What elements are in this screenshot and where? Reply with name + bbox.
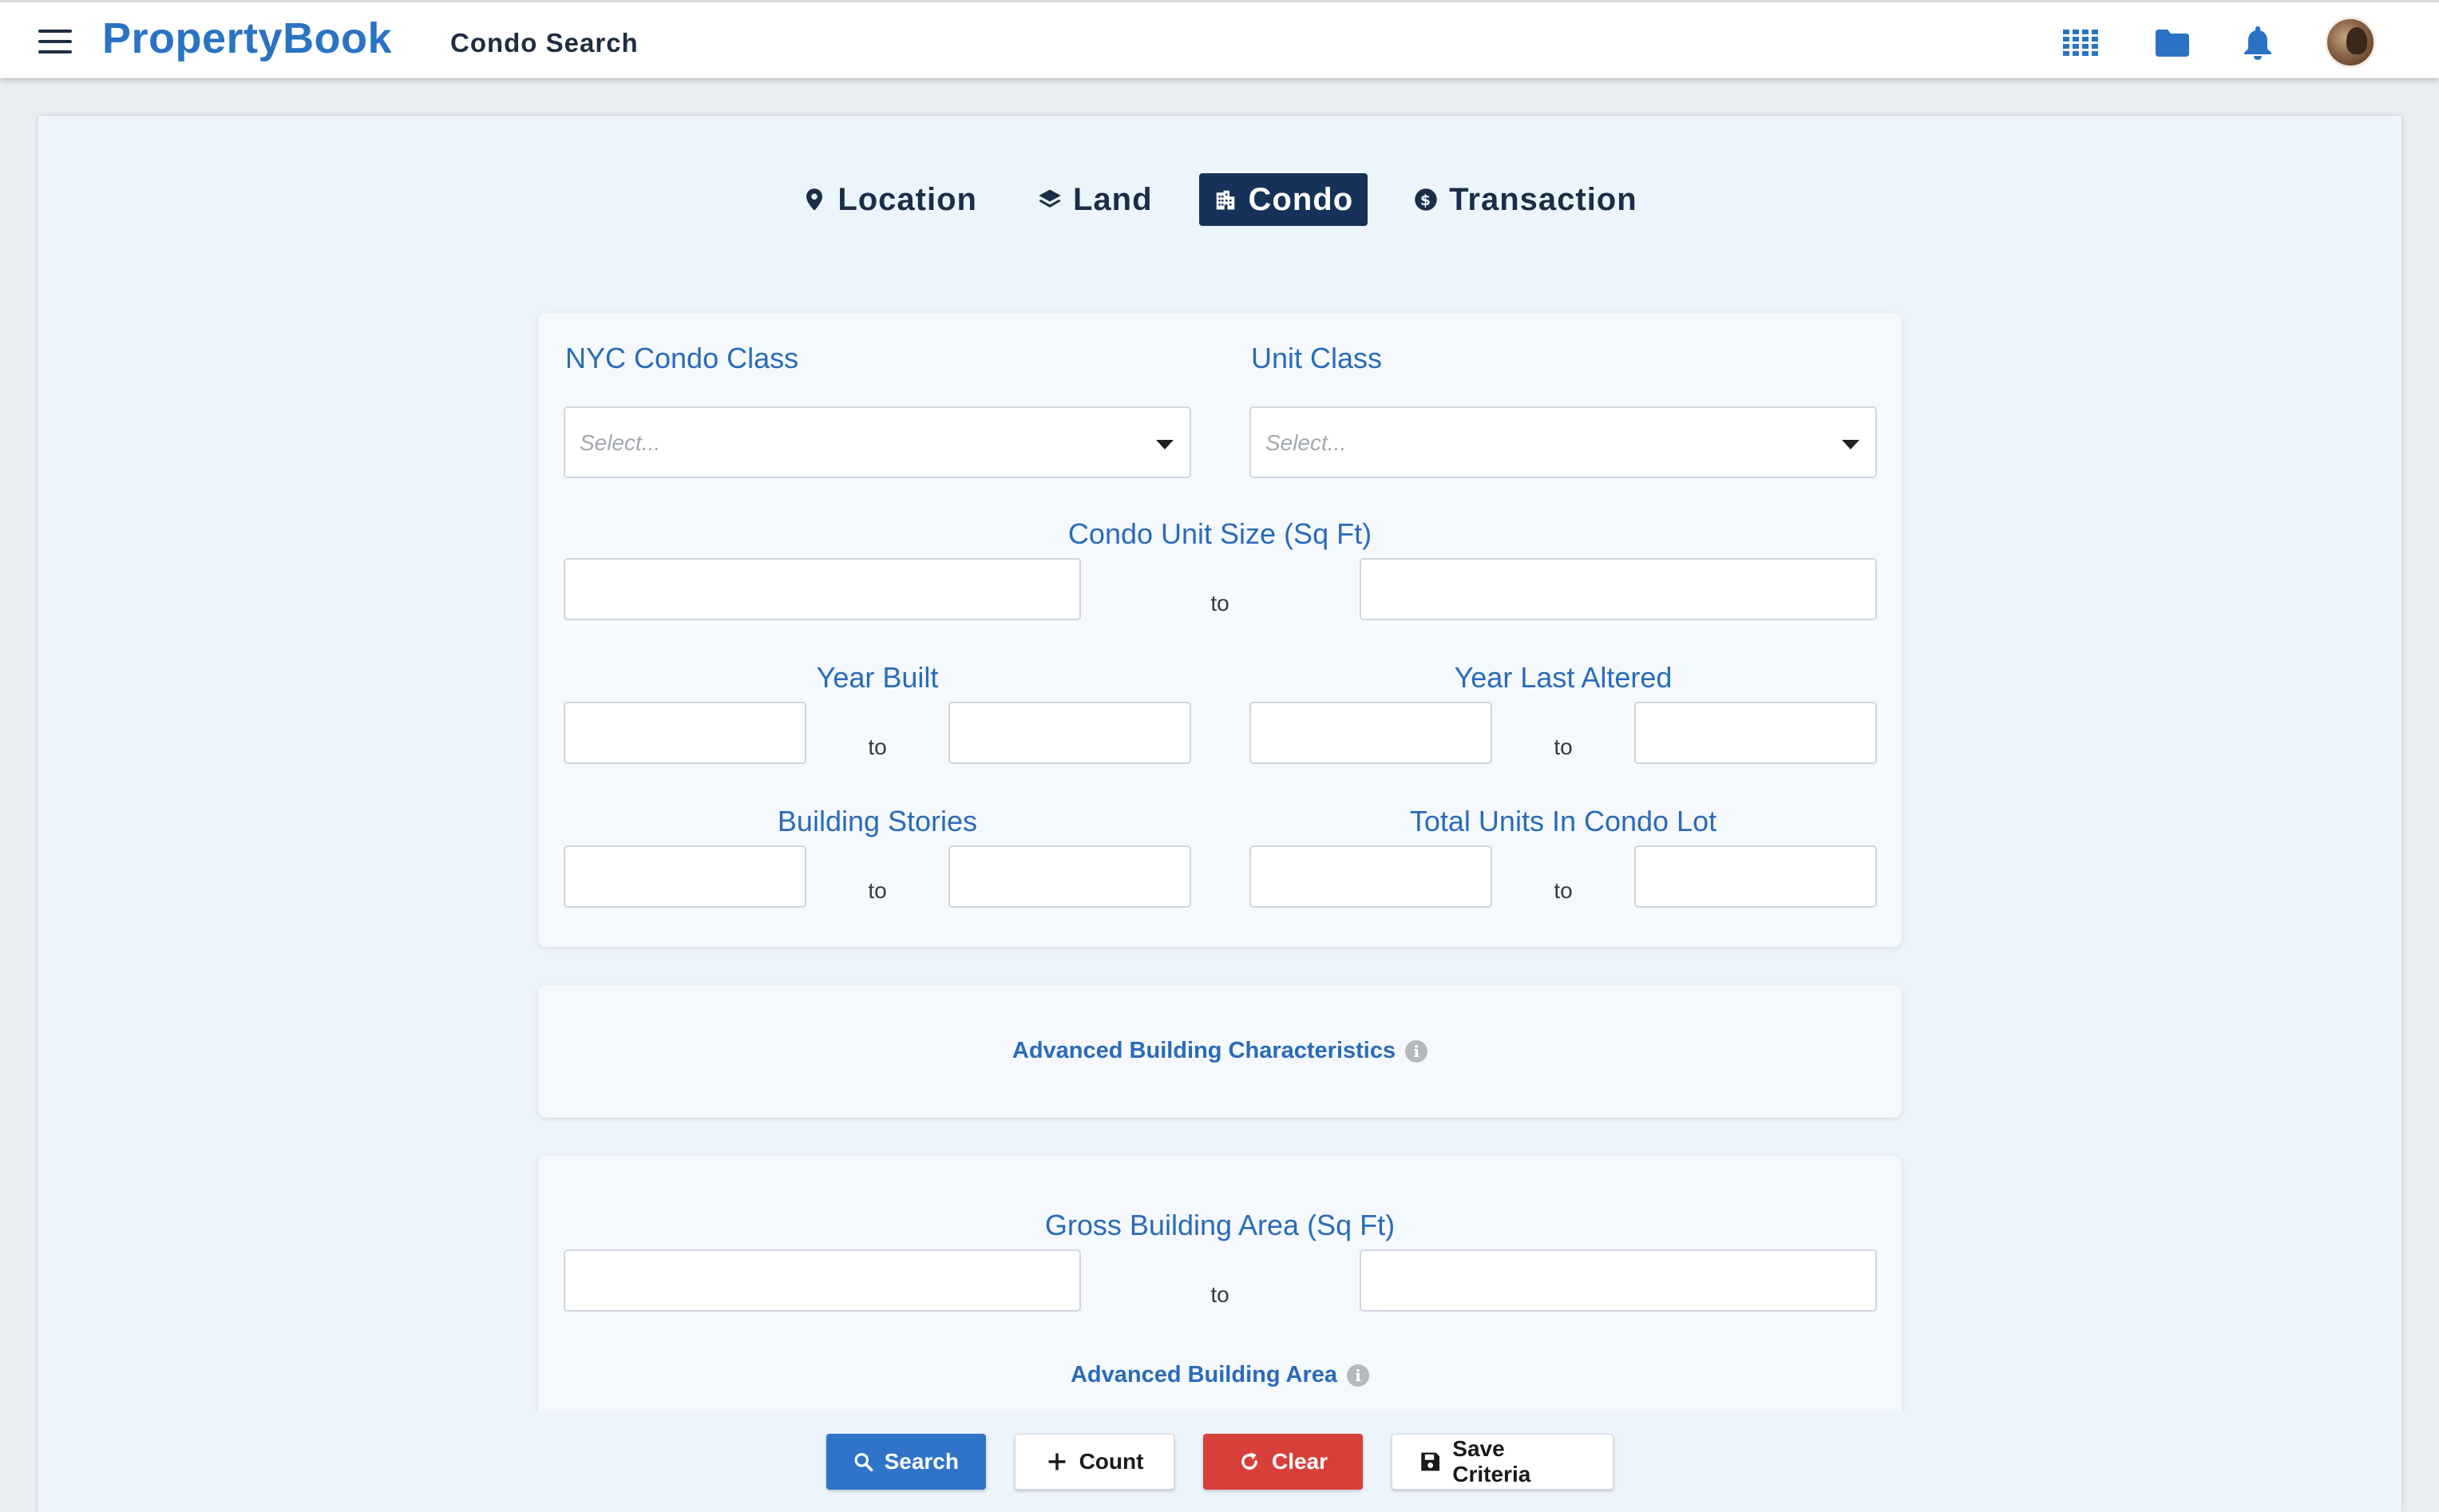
range-separator: to [1210, 1282, 1229, 1307]
nyc-condo-class-select[interactable]: Select... [564, 406, 1191, 478]
layers-icon [1039, 189, 1061, 208]
condo-unit-size-max-input[interactable] [1360, 558, 1877, 620]
save-criteria-button-label: Save Criteria [1452, 1436, 1531, 1486]
main-panel: Location Land Condo $ Transaction NYC Co… [38, 116, 2401, 1512]
chevron-down-icon [1156, 440, 1174, 449]
apps-grid-icon[interactable] [2063, 30, 2098, 57]
range-separator: to [868, 734, 887, 759]
range-separator: to [868, 878, 887, 903]
nyc-condo-class-label: NYC Condo Class [565, 342, 799, 374]
brand-logo[interactable]: PropertyBook [102, 14, 392, 63]
clear-button[interactable]: Clear [1203, 1434, 1363, 1490]
year-last-altered-min-input[interactable] [1249, 702, 1492, 764]
page-title: Condo Search [450, 28, 639, 57]
tab-label: Land [1072, 181, 1153, 217]
save-criteria-button[interactable]: Save Criteria [1392, 1434, 1613, 1490]
year-last-altered-label: Year Last Altered [1454, 661, 1673, 694]
unit-class-label: Unit Class [1251, 342, 1383, 374]
total-units-max-input[interactable] [1634, 845, 1877, 908]
search-tabs: Location Land Condo $ Transaction [38, 173, 2401, 226]
year-built-label: Year Built [816, 661, 939, 694]
building-stories-max-input[interactable] [948, 845, 1191, 908]
map-pin-icon [806, 188, 823, 211]
search-icon [854, 1453, 873, 1472]
total-units-min-input[interactable] [1249, 845, 1492, 908]
tab-condo[interactable]: Condo [1198, 173, 1368, 226]
advanced-characteristics-toggle[interactable]: Advanced Building Characteristics i [538, 1038, 1902, 1064]
top-app-bar: PropertyBook Condo Search [0, 0, 2439, 78]
advanced-building-area-toggle[interactable]: Advanced Building Area i [538, 1362, 1902, 1388]
tab-location[interactable]: Location [788, 173, 992, 226]
tab-label: Transaction [1449, 181, 1637, 217]
range-separator: to [1554, 878, 1573, 903]
count-button[interactable]: Count [1015, 1434, 1174, 1490]
chevron-down-icon [1842, 440, 1859, 449]
tab-transaction[interactable]: $ Transaction [1400, 173, 1652, 226]
condo-criteria-card: NYC Condo Class Select... Unit Class Sel… [538, 313, 1902, 947]
search-button[interactable]: Search [826, 1434, 986, 1490]
range-separator: to [1210, 591, 1229, 615]
count-button-label: Count [1079, 1449, 1144, 1474]
range-separator: to [1554, 734, 1573, 759]
total-units-label: Total Units In Condo Lot [1409, 805, 1717, 837]
bell-icon[interactable] [2243, 26, 2272, 60]
tab-label: Location [837, 181, 977, 217]
save-icon [1421, 1452, 1439, 1471]
year-built-min-input[interactable] [564, 702, 806, 764]
unit-class-select[interactable]: Select... [1249, 406, 1877, 478]
clear-button-label: Clear [1271, 1449, 1328, 1474]
avatar[interactable] [2325, 17, 2376, 68]
building-stories-label: Building Stories [777, 805, 978, 837]
select-placeholder: Select... [1265, 430, 1347, 455]
condo-unit-size-label: Condo Unit Size (Sq Ft) [1067, 517, 1372, 550]
tab-land[interactable]: Land [1024, 173, 1167, 226]
year-built-max-input[interactable] [948, 702, 1191, 764]
search-button-label: Search [884, 1449, 959, 1474]
folder-icon[interactable] [2156, 30, 2189, 57]
gross-building-area-max-input[interactable] [1360, 1249, 1877, 1312]
building-icon [1216, 190, 1234, 210]
info-icon[interactable]: i [1347, 1364, 1370, 1387]
dollar-circle-icon: $ [1415, 188, 1437, 211]
year-last-altered-max-input[interactable] [1634, 702, 1877, 764]
advanced-characteristics-label: Advanced Building Characteristics [1012, 1038, 1396, 1063]
advanced-building-area-label: Advanced Building Area [1070, 1362, 1338, 1387]
condo-unit-size-min-input[interactable] [564, 558, 1081, 620]
building-stories-min-input[interactable] [564, 845, 806, 908]
select-placeholder: Select... [580, 430, 661, 455]
action-bar: Search Count Clear Save Criteria [38, 1411, 2401, 1512]
gross-building-area-min-input[interactable] [564, 1249, 1081, 1312]
tab-label: Condo [1248, 181, 1354, 217]
refresh-icon [1241, 1452, 1257, 1470]
hamburger-menu-icon[interactable] [38, 30, 72, 53]
gross-building-area-label: Gross Building Area (Sq Ft) [1044, 1209, 1396, 1241]
info-icon[interactable]: i [1405, 1039, 1428, 1063]
advanced-characteristics-card: Advanced Building Characteristics i [538, 985, 1902, 1118]
svg-text:$: $ [1420, 192, 1431, 209]
plus-icon [1048, 1453, 1066, 1470]
